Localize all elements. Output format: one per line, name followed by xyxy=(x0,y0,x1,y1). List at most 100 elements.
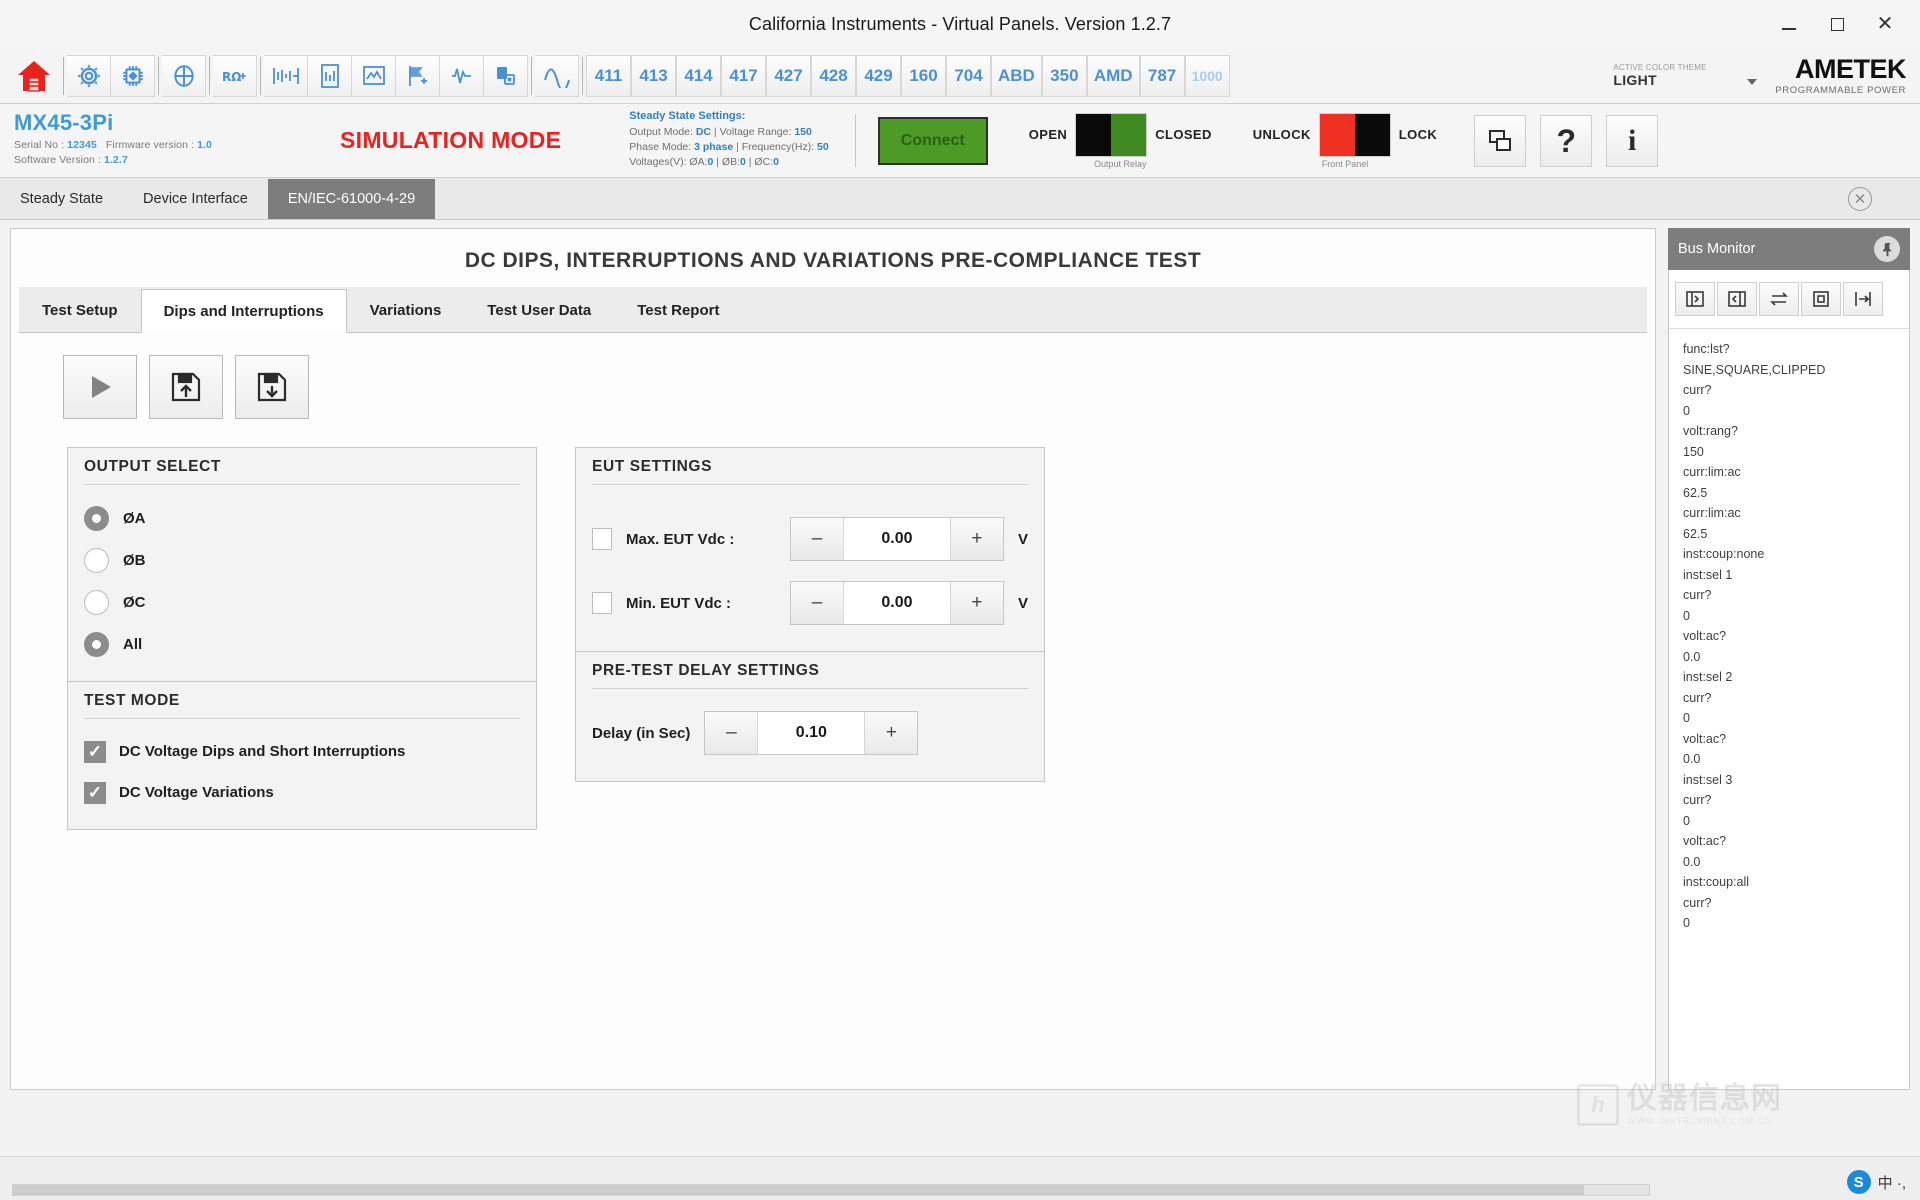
output-radio-b[interactable]: ØB xyxy=(84,539,520,581)
window-tab-0[interactable]: Steady State xyxy=(0,179,123,219)
load-settings-button[interactable] xyxy=(235,355,309,419)
eut-increment-button-0[interactable]: + xyxy=(950,518,1003,560)
test-tab-test-setup[interactable]: Test Setup xyxy=(19,288,141,332)
test-tab-variations[interactable]: Variations xyxy=(347,288,465,332)
chip-icon[interactable] xyxy=(111,54,155,97)
monitor-icon[interactable] xyxy=(352,54,396,97)
scrollbar-thumb[interactable] xyxy=(13,1185,1584,1195)
gear-icon[interactable] xyxy=(67,54,111,97)
eut-value-0[interactable]: 0.00 xyxy=(842,518,951,560)
standard-button-414[interactable]: 414 xyxy=(676,54,721,97)
checkbox-label: DC Voltage Variations xyxy=(119,784,274,801)
test-mode-checkbox-1[interactable]: DC Voltage Variations xyxy=(84,772,520,813)
eut-settings-group: EUT SETTINGS Max. EUT Vdc : –0.00 + V Min. E… xyxy=(575,447,1045,652)
standard-button-429[interactable]: 429 xyxy=(856,54,901,97)
delay-increment-button[interactable]: + xyxy=(865,712,918,754)
save-settings-button[interactable] xyxy=(149,355,223,419)
eut-increment-button-1[interactable]: + xyxy=(950,582,1003,624)
standard-buttons: 411 413 414 417 427 428 429 160 704 ABD 350 AMD 787 1… xyxy=(586,54,1230,97)
standard-button-amd[interactable]: AMD xyxy=(1086,54,1140,97)
device-config-icon[interactable] xyxy=(484,54,528,97)
help-icon[interactable]: ? xyxy=(1540,114,1593,167)
bus-log-line: 0 xyxy=(1683,813,1690,828)
eut-stepper-0[interactable]: –0.00 + xyxy=(789,517,1004,561)
bus-log-line: curr? xyxy=(1683,690,1712,705)
clear-log-icon[interactable] xyxy=(1717,282,1757,316)
resistor-icon[interactable]: RΩ xyxy=(213,54,257,97)
output-radio-all[interactable]: All xyxy=(84,623,520,665)
eut-value-1[interactable]: 0.00 xyxy=(842,582,951,624)
output-radio-a[interactable]: ØA xyxy=(84,497,520,539)
clone-window-icon[interactable] xyxy=(1474,114,1527,167)
standard-button-417[interactable]: 417 xyxy=(721,54,766,97)
standard-button-428[interactable]: 428 xyxy=(811,54,856,97)
connect-button[interactable]: Connect xyxy=(877,116,988,165)
standard-button-1000[interactable]: 1000 xyxy=(1184,54,1230,97)
standard-button-160[interactable]: 160 xyxy=(901,54,946,97)
checkbox-indicator[interactable] xyxy=(84,781,106,804)
test-tab-test-user-data[interactable]: Test User Data xyxy=(464,288,614,332)
transfer-icon[interactable] xyxy=(1759,282,1799,316)
standard-button-413[interactable]: 413 xyxy=(631,54,676,97)
open-log-icon[interactable] xyxy=(1675,282,1715,316)
test-mode-checkbox-0[interactable]: DC Voltage Dips and Short Interruptions xyxy=(84,731,520,772)
eut-enable-checkbox-1[interactable] xyxy=(592,592,612,614)
maximize-button[interactable] xyxy=(1826,13,1848,35)
steady-state-phase-line: Phase Mode: 3 phase | Frequency(Hz): 50 xyxy=(629,140,828,155)
standard-button-411[interactable]: 411 xyxy=(586,54,631,97)
output-radio-c[interactable]: ØC xyxy=(84,581,520,623)
close-button[interactable]: ✕ xyxy=(1874,13,1896,35)
standard-button-350[interactable]: 350 xyxy=(1041,54,1087,97)
delay-value[interactable]: 0.10 xyxy=(757,712,866,754)
eut-enable-checkbox-0[interactable] xyxy=(592,528,612,550)
test-tab-dips-and-interruptions[interactable]: Dips and Interruptions xyxy=(140,289,347,333)
steady-state-output-line: Output Mode: DC | Voltage Range: 150 xyxy=(629,125,828,140)
horizontal-scrollbar[interactable] xyxy=(12,1184,1650,1196)
standard-button-787[interactable]: 787 xyxy=(1139,54,1185,97)
bus-monitor-log[interactable]: func:lst? SINE,SQUARE,CLIPPED curr? 0 volt:r… xyxy=(1669,329,1909,1089)
chevron-down-icon[interactable] xyxy=(1747,79,1758,85)
test-tab-test-report[interactable]: Test Report xyxy=(614,288,742,332)
test-tab-strip: Test Setup Dips and Interruptions Variatio… xyxy=(19,287,1647,333)
transient-icon[interactable] xyxy=(440,54,484,97)
standard-button-abd[interactable]: ABD xyxy=(991,54,1042,97)
test-mode-options: DC Voltage Dips and Short Interruptions D… xyxy=(84,731,520,813)
run-test-button[interactable] xyxy=(63,355,137,419)
eut-stepper-1[interactable]: –0.00 + xyxy=(789,581,1004,625)
sine-wave-icon[interactable] xyxy=(535,54,579,97)
about-info-icon[interactable]: i xyxy=(1606,114,1659,167)
eut-unit-1: V xyxy=(1017,594,1028,612)
eut-decrement-button-0[interactable]: – xyxy=(790,518,843,560)
standard-button-427[interactable]: 427 xyxy=(766,54,811,97)
serial-value: 12345 xyxy=(67,139,97,151)
export-icon[interactable] xyxy=(1843,282,1883,316)
window-tab-1[interactable]: Device Interface xyxy=(123,179,268,219)
checkbox-indicator[interactable] xyxy=(84,740,106,763)
standard-button-704[interactable]: 704 xyxy=(946,54,991,97)
radio-indicator[interactable] xyxy=(84,505,109,531)
delay-stepper[interactable]: – 0.10 + xyxy=(704,711,919,755)
radio-indicator[interactable] xyxy=(84,631,109,657)
relay-caption: Output Relay xyxy=(1093,158,1147,169)
eut-decrement-button-1[interactable]: – xyxy=(790,582,843,624)
window-tab-2[interactable]: EN/IEC-61000-4-29 xyxy=(267,179,436,219)
home-icon[interactable] xyxy=(8,52,60,100)
bus-log-line: inst:sel 2 xyxy=(1683,670,1733,684)
waveform-measure-icon[interactable] xyxy=(264,54,308,97)
radio-indicator[interactable] xyxy=(84,589,109,615)
pin-icon[interactable] xyxy=(1874,236,1900,262)
radio-indicator[interactable] xyxy=(84,547,109,573)
firmware-label: Firmware version : xyxy=(105,139,198,151)
stop-icon[interactable] xyxy=(1801,282,1841,316)
flag-icon[interactable] xyxy=(396,54,440,97)
status-bar: S 中 ·, xyxy=(0,1156,1920,1200)
output-relay-toggle[interactable] xyxy=(1075,112,1148,157)
meter-icon[interactable] xyxy=(162,54,206,97)
minimize-button[interactable] xyxy=(1778,13,1800,35)
delay-decrement-button[interactable]: – xyxy=(705,712,758,754)
report-icon[interactable] xyxy=(308,54,352,97)
frequency-value: 50 xyxy=(817,141,829,154)
front-panel-lock-toggle[interactable] xyxy=(1318,112,1391,157)
theme-selector[interactable]: ACTIVE COLOR THEME LIGHT xyxy=(1611,63,1761,88)
close-tab-icon[interactable]: ✕ xyxy=(1848,187,1872,211)
